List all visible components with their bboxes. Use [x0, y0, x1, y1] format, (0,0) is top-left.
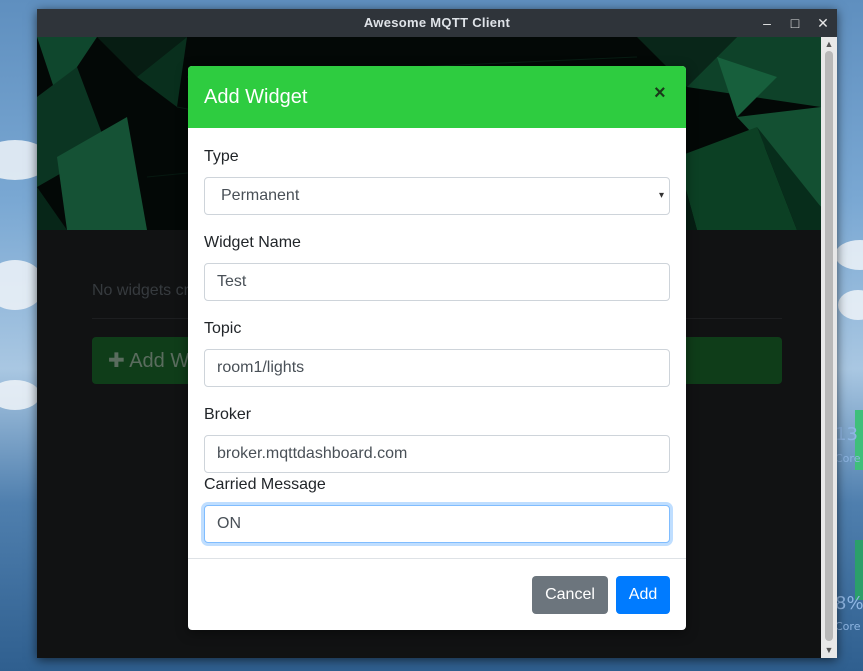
desktop-widget-sub: Core: [835, 620, 861, 633]
topic-label: Topic: [204, 320, 242, 337]
scrollbar-thumb[interactable]: [825, 51, 833, 641]
desktop-widget-text: 13: [835, 424, 858, 445]
desktop-widget-bar: [855, 540, 863, 600]
desktop-widget-text: 8%: [835, 593, 863, 614]
modal-footer-divider: [188, 558, 686, 559]
modal-title: Add Widget: [204, 86, 308, 108]
scroll-down-arrow-icon[interactable]: ▼: [821, 645, 837, 655]
broker-label: Broker: [204, 406, 252, 423]
broker-input[interactable]: [204, 435, 670, 473]
maximize-icon[interactable]: □: [785, 13, 805, 33]
desktop-cloud: [835, 240, 863, 270]
window-title: Awesome MQTT Client: [363, 15, 511, 30]
carried-message-label: Carried Message: [204, 476, 326, 493]
window-titlebar[interactable]: Awesome MQTT Client – □ ✕: [37, 9, 837, 37]
cancel-button[interactable]: Cancel: [532, 576, 608, 614]
add-button[interactable]: Add: [616, 576, 670, 614]
modal-header: Add Widget ×: [188, 66, 686, 128]
topic-input[interactable]: [204, 349, 670, 387]
minimize-icon[interactable]: –: [757, 13, 777, 33]
add-widget-modal: Add Widget × Type Permanent ▾ Widget Nam…: [188, 66, 686, 630]
desktop-cloud: [838, 290, 863, 320]
carried-message-input[interactable]: [204, 505, 670, 543]
chevron-down-icon: ▾: [658, 190, 664, 201]
desktop-widget-sub: Core: [835, 452, 861, 465]
type-select[interactable]: Permanent ▾: [204, 177, 670, 215]
widget-name-input[interactable]: [204, 263, 670, 301]
modal-close-icon[interactable]: ×: [654, 82, 666, 105]
close-icon[interactable]: ✕: [813, 13, 833, 33]
widget-name-label: Widget Name: [204, 234, 301, 251]
scroll-up-arrow-icon[interactable]: ▲: [821, 39, 837, 49]
type-select-value: Permanent: [221, 187, 300, 204]
desktop-cloud: [0, 380, 40, 410]
type-label: Type: [204, 148, 239, 165]
vertical-scrollbar[interactable]: ▲ ▼: [821, 37, 837, 658]
